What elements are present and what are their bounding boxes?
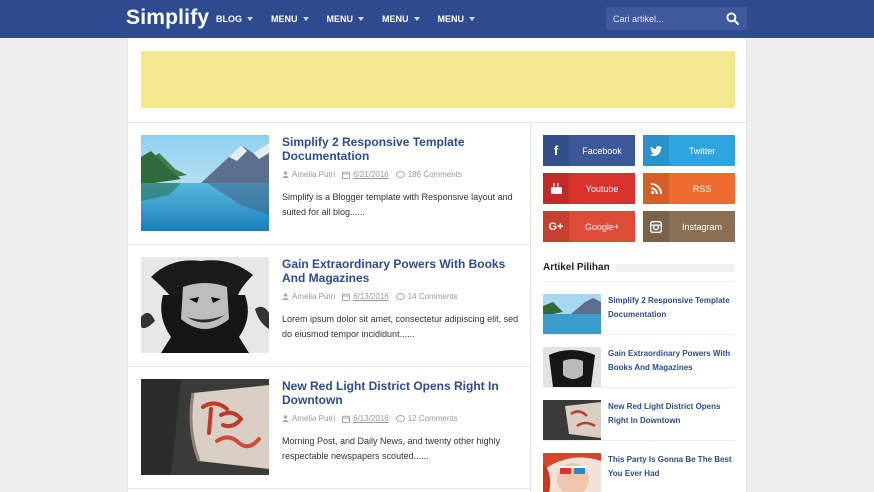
instagram-button[interactable]: Instagram [643,211,735,242]
post-excerpt: Simplify is a Blogger template with Resp… [282,192,513,217]
post-comments[interactable]: 186 Comments [408,170,462,179]
instagram-icon [643,211,669,242]
post-author[interactable]: Amelia Putri [292,292,335,301]
calendar-icon [342,415,351,423]
post-meta: Amelia Putri 6/21/2016 186 Comments [282,170,469,179]
post-date[interactable]: 6/21/2016 [353,170,389,179]
facebook-button[interactable]: f Facebook [543,135,635,166]
party-girl-image [543,453,601,492]
rss-button[interactable]: RSS [643,173,735,204]
twitter-button[interactable]: Twitter [643,135,735,166]
featured-item: New Red Light District Opens Right In Do… [543,387,735,440]
google-plus-icon: G+ [543,211,569,242]
search-input[interactable] [606,7,721,30]
post-thumbnail[interactable] [141,379,269,475]
top-navbar: Simplify BLOG MENU MENU MENU MENU [0,0,874,38]
nav-item-menu-1[interactable]: MENU [271,14,309,24]
post-title[interactable]: New Red Light District Opens Right In Do… [282,379,517,407]
post-date[interactable]: 6/13/2016 [353,292,389,301]
calendar-icon [342,293,351,301]
neon-sign-image [141,379,269,475]
post-thumbnail[interactable] [141,257,269,353]
comments-icon [395,414,405,422]
post-item: Simplify 2 Responsive Template Documenta… [128,123,531,245]
rss-icon [643,173,669,204]
site-logo[interactable]: Simplify [126,6,209,30]
caret-down-icon [469,17,475,21]
post-list: Simplify 2 Responsive Template Documenta… [128,123,531,492]
featured-item-title[interactable]: New Red Light District Opens Right In Do… [608,400,735,427]
user-icon [282,171,289,178]
search-icon[interactable] [726,12,739,25]
user-icon [282,293,289,300]
featured-item: This Party Is Gonna Be The Best You Ever… [543,440,735,492]
caret-down-icon [302,17,309,21]
lake-mountain-image [543,294,601,334]
post-meta: Amelia Putri 6/13/2016 12 Comments [282,414,465,423]
neon-sign-image [543,400,601,440]
comments-icon [395,292,405,300]
post-excerpt: Lorem ipsum dolor sit amet, consectetur … [282,314,519,339]
featured-thumbnail[interactable] [543,400,601,440]
featured-widget-title: Artikel Pilihan [543,262,735,273]
main-container: Simplify 2 Responsive Template Documenta… [127,38,748,492]
facebook-icon: f [543,135,569,166]
featured-item: Gain Extraordinary Powers With Books And… [543,334,735,387]
post-title[interactable]: Gain Extraordinary Powers With Books And… [282,257,517,285]
google-plus-button[interactable]: G+ Google+ [543,211,635,242]
caret-down-icon [358,17,364,21]
post-author[interactable]: Amelia Putri [292,170,335,179]
featured-thumbnail[interactable] [543,294,601,334]
post-thumbnail[interactable] [141,135,269,231]
post-date[interactable]: 6/13/2016 [353,414,389,423]
featured-thumbnail[interactable] [543,347,601,387]
post-title[interactable]: Simplify 2 Responsive Template Documenta… [282,135,517,163]
post-item: New Red Light District Opens Right In Do… [128,367,531,489]
caret-down-icon [413,17,420,21]
comments-icon [395,170,405,178]
featured-thumbnail[interactable] [543,453,601,492]
featured-item-title[interactable]: This Party Is Gonna Be The Best You Ever… [608,453,735,480]
user-icon [282,415,289,422]
calendar-icon [342,171,351,179]
search-box [606,7,747,30]
joker-portrait-image [543,347,601,387]
featured-item-title[interactable]: Gain Extraordinary Powers With Books And… [608,347,735,374]
joker-portrait-image [141,257,269,353]
youtube-button[interactable]: Youtube [543,173,635,204]
post-excerpt: Morning Post, and Daily News, and twenty… [282,436,501,461]
lake-mountain-image [141,135,269,231]
post-comments[interactable]: 12 Comments [408,414,458,423]
nav-item-blog[interactable]: BLOG [216,14,253,24]
post-meta: Amelia Putri 6/13/2016 14 Comments [282,292,465,301]
featured-item: Simplify 2 Responsive Template Documenta… [543,281,735,334]
nav-item-menu-3[interactable]: MENU [382,14,420,24]
nav-item-menu-2[interactable]: MENU [327,14,364,24]
featured-item-title[interactable]: Simplify 2 Responsive Template Documenta… [608,294,735,321]
post-item: Gain Extraordinary Powers With Books And… [128,245,531,367]
youtube-icon [543,173,569,204]
nav-item-menu-4[interactable]: MENU [438,14,475,24]
ad-banner[interactable] [141,51,735,108]
main-nav: BLOG MENU MENU MENU MENU [216,0,493,38]
post-comments[interactable]: 14 Comments [408,292,458,301]
caret-down-icon [247,17,253,21]
post-author[interactable]: Amelia Putri [292,414,335,423]
twitter-icon [643,135,669,166]
